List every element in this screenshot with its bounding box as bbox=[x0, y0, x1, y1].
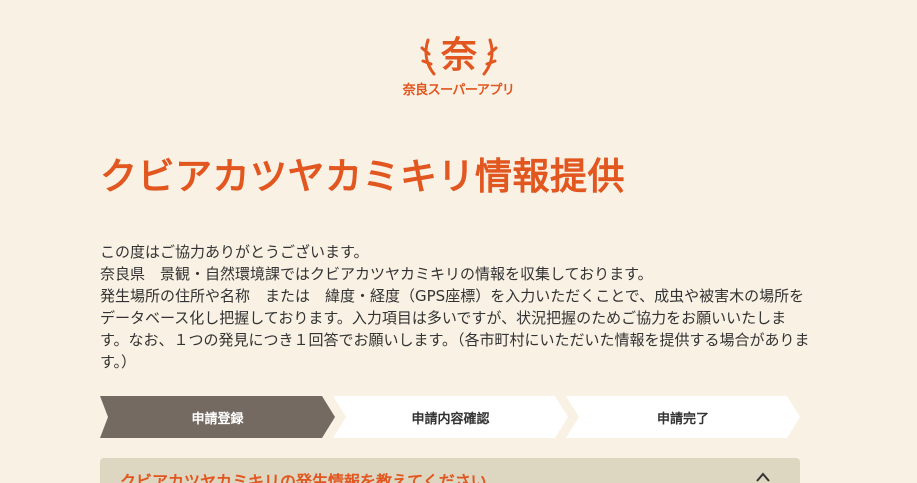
step-label: 申請内容確認 bbox=[411, 411, 490, 427]
logo-kanji: 奈 bbox=[440, 35, 477, 76]
chevron-up-icon[interactable] bbox=[756, 472, 770, 482]
logo-text: 奈良スーパーアプリ bbox=[402, 83, 515, 98]
step-confirm: 申請内容確認 bbox=[333, 396, 568, 438]
progress-steps: 申請登録 申請内容確認 申請完了 bbox=[100, 396, 800, 438]
section-header[interactable]: クビアカツヤカミキリの発生情報を教えてください bbox=[100, 458, 800, 483]
intro-line: この度はご協力ありがとうございます。 bbox=[100, 243, 369, 261]
app-logo[interactable]: 奈 奈良スーパーアプリ bbox=[400, 34, 517, 98]
step-complete: 申請完了 bbox=[566, 396, 800, 438]
intro-text: この度はご協力ありがとうございます。 奈良県 景観・自然環境課ではクビアカツヤカ… bbox=[100, 241, 810, 373]
step-label: 申請完了 bbox=[656, 411, 709, 427]
page-title: クビアカツヤカミキリ情報提供 bbox=[100, 155, 625, 198]
intro-line: 発生場所の住所や名称 または 緯度・経度（GPS座標）を入力いただくことで、成虫… bbox=[100, 287, 810, 371]
step-application-entry: 申請登録 bbox=[100, 396, 335, 438]
section-title: クビアカツヤカミキリの発生情報を教えてください bbox=[120, 472, 487, 483]
intro-line: 奈良県 景観・自然環境課ではクビアカツヤカミキリの情報を収集しております。 bbox=[100, 265, 653, 283]
step-label: 申請登録 bbox=[191, 411, 244, 427]
antler-logo-icon: 奈 bbox=[420, 34, 498, 78]
page: 奈 奈良スーパーアプリ クビアカツヤカミキリ情報提供 この度はご協力ありがとうご… bbox=[0, 0, 917, 483]
